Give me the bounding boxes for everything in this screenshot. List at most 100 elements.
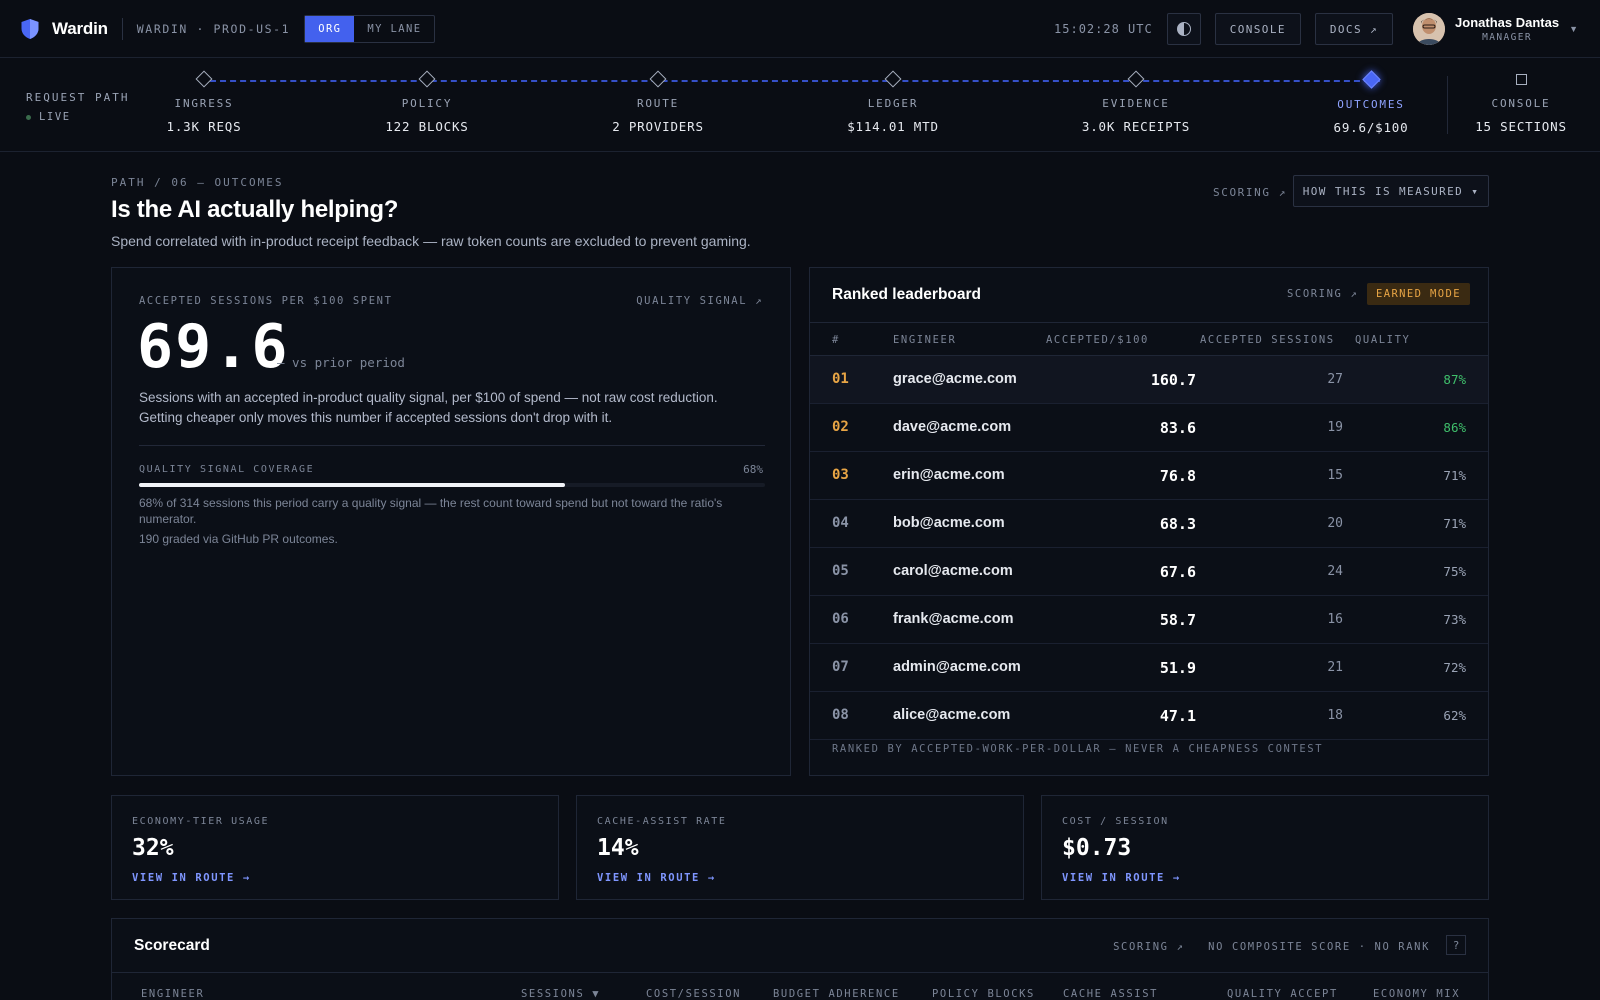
chevron-down-icon[interactable]: ▼ xyxy=(1569,24,1578,34)
card-label: COST / SESSION xyxy=(1062,816,1169,827)
scorecard-header: ENGINEER SESSIONS ▼ COST/SESSION BUDGET … xyxy=(112,972,1488,1000)
step-value: 2 PROVIDERS xyxy=(612,119,704,134)
user-info[interactable]: Jonathas Dantas MANAGER xyxy=(1455,15,1559,43)
quality-cell: 72% xyxy=(1443,660,1466,675)
path-step-evidence[interactable]: EVIDENCE 3.0K RECEIPTS xyxy=(1056,70,1216,134)
step-value: 1.3K REQS xyxy=(166,119,242,134)
kpi-label: ACCEPTED SESSIONS PER $100 SPENT xyxy=(139,295,393,307)
leaderboard-footer: RANKED BY ACCEPTED-WORK-PER-DOLLAR — NEV… xyxy=(832,743,1324,755)
column-header-accepted-per-100[interactable]: ACCEPTED/$100 xyxy=(1046,334,1149,346)
path-step-policy[interactable]: POLICY 122 BLOCKS xyxy=(347,70,507,134)
brand[interactable]: Wardin xyxy=(20,18,108,40)
path-step-outcomes[interactable]: OUTCOMES 69.6/$100 xyxy=(1291,70,1451,135)
column-header-accepted-sessions[interactable]: ACCEPTED SESSIONS xyxy=(1200,334,1335,346)
step-active-diamond-icon xyxy=(1361,70,1381,89)
request-path-bar: REQUEST PATH LIVE INGRESS 1.3K REQS POLI… xyxy=(0,58,1600,152)
cache-assist-card: CACHE-ASSIST RATE 14% VIEW IN ROUTE → xyxy=(576,795,1024,900)
docs-button[interactable]: DOCS ↗ xyxy=(1314,13,1394,45)
coverage-progress-fill xyxy=(139,483,565,487)
column-header-cache-assist[interactable]: CACHE ASSIST xyxy=(1063,988,1158,1000)
path-step-ledger[interactable]: LEDGER $114.01 MTD xyxy=(813,70,973,134)
table-row[interactable]: 07 admin@acme.com 51.9 21 72% xyxy=(810,644,1488,692)
accepted-sessions-cell: 19 xyxy=(1327,420,1343,435)
request-path-label: REQUEST PATH xyxy=(26,91,130,104)
user-name: Jonathas Dantas xyxy=(1455,15,1560,30)
table-row[interactable]: 04 bob@acme.com 68.3 20 71% xyxy=(810,500,1488,548)
column-header-budget-adherence[interactable]: BUDGET ADHERENCE xyxy=(773,988,900,1000)
column-header-quality-accept[interactable]: QUALITY ACCEPT xyxy=(1227,988,1338,1000)
card-label: ECONOMY-TIER USAGE xyxy=(132,816,270,827)
step-name: POLICY xyxy=(401,97,453,110)
path-step-ingress[interactable]: INGRESS 1.3K REQS xyxy=(124,70,284,134)
scope-tab-my-lane[interactable]: MY LANE xyxy=(354,16,434,42)
scope-tab-org[interactable]: ORG xyxy=(305,15,355,42)
user-photo-icon xyxy=(1413,13,1446,45)
shield-logo-icon xyxy=(21,18,39,39)
scorecard-title: Scorecard xyxy=(134,937,210,954)
rank-cell: 02 xyxy=(832,419,849,435)
table-row[interactable]: 06 frank@acme.com 58.7 16 73% xyxy=(810,596,1488,644)
kpi-value: 69.6 xyxy=(137,312,290,382)
step-diamond-icon xyxy=(649,70,667,88)
avatar[interactable] xyxy=(1413,13,1446,45)
step-value: 15 SECTIONS xyxy=(1475,119,1567,134)
leaderboard-title: Ranked leaderboard xyxy=(832,286,982,303)
accepted-per-100-cell: 58.7 xyxy=(1159,611,1196,629)
engineer-cell: dave@acme.com xyxy=(893,419,1012,435)
column-header-policy-blocks[interactable]: POLICY BLOCKS xyxy=(932,988,1035,1000)
card-value: 14% xyxy=(597,835,639,861)
accepted-per-100-cell: 68.3 xyxy=(1159,515,1196,533)
column-header-cost-session[interactable]: COST/SESSION xyxy=(646,988,741,1000)
console-button[interactable]: CONSOLE xyxy=(1214,13,1301,45)
step-diamond-icon xyxy=(884,70,902,88)
scoring-link[interactable]: SCORING ↗ xyxy=(1213,186,1287,199)
view-in-route-link[interactable]: VIEW IN ROUTE → xyxy=(132,872,251,884)
leaderboard-rows: 01 grace@acme.com 160.7 27 87% 02 dave@acme.co… xyxy=(810,356,1488,740)
card-value: $0.73 xyxy=(1062,835,1132,861)
table-row[interactable]: 05 carol@acme.com 67.6 24 75% xyxy=(810,548,1488,596)
accepted-sessions-cell: 27 xyxy=(1327,372,1343,387)
table-row[interactable]: 02 dave@acme.com 83.6 19 86% xyxy=(810,404,1488,452)
mode-badge: EARNED MODE xyxy=(1367,283,1470,305)
table-row[interactable]: 01 grace@acme.com 160.7 27 87% xyxy=(810,356,1488,404)
economy-tier-card: ECONOMY-TIER USAGE 32% VIEW IN ROUTE → xyxy=(111,795,559,900)
step-diamond-icon xyxy=(1127,70,1145,88)
table-row[interactable]: 03 erin@acme.com 76.8 15 71% xyxy=(810,452,1488,500)
column-header-engineer[interactable]: ENGINEER xyxy=(141,988,204,1000)
rank-cell: 01 xyxy=(832,371,849,387)
column-header-engineer[interactable]: ENGINEER xyxy=(893,334,956,346)
column-header-rank[interactable]: # xyxy=(832,334,840,346)
kpi-comparison: — vs prior period xyxy=(277,355,405,370)
view-in-route-link[interactable]: VIEW IN ROUTE → xyxy=(597,872,716,884)
path-step-console[interactable]: CONSOLE 15 SECTIONS xyxy=(1441,70,1600,134)
coverage-label: QUALITY SIGNAL COVERAGE xyxy=(139,464,315,475)
engineer-cell: grace@acme.com xyxy=(893,371,1017,387)
step-value: $114.01 MTD xyxy=(847,119,939,134)
leaderboard-scoring-link[interactable]: SCORING ↗ xyxy=(1287,288,1358,300)
rank-cell: 06 xyxy=(832,611,849,627)
column-header-quality[interactable]: QUALITY xyxy=(1355,334,1410,346)
engineer-cell: alice@acme.com xyxy=(893,707,1011,723)
rank-cell: 08 xyxy=(832,707,849,723)
column-header-economy-mix[interactable]: ECONOMY MIX xyxy=(1373,988,1460,1000)
quality-cell: 71% xyxy=(1443,516,1466,531)
table-row[interactable]: 08 alice@acme.com 47.1 18 62% xyxy=(810,692,1488,740)
step-diamond-icon xyxy=(195,70,213,88)
column-header-sessions[interactable]: SESSIONS ▼ xyxy=(521,988,600,1000)
theme-toggle-button[interactable] xyxy=(1166,13,1201,45)
scorecard-panel: Scorecard SCORING ↗ NO COMPOSITE SCORE ·… xyxy=(111,918,1489,1000)
cost-per-session-card: COST / SESSION $0.73 VIEW IN ROUTE → xyxy=(1041,795,1489,900)
accepted-per-100-cell: 76.8 xyxy=(1159,467,1196,485)
engineer-cell: erin@acme.com xyxy=(893,467,1005,483)
scorecard-meta: SCORING ↗ NO COMPOSITE SCORE · NO RANK xyxy=(1113,941,1430,953)
path-step-route[interactable]: ROUTE 2 PROVIDERS xyxy=(578,70,738,134)
quality-signal-link[interactable]: QUALITY SIGNAL ↗ xyxy=(636,295,763,307)
divider xyxy=(121,17,123,40)
app-name: Wardin xyxy=(52,18,108,38)
step-name: EVIDENCE xyxy=(1102,97,1170,110)
engineer-cell: bob@acme.com xyxy=(893,515,1005,531)
view-in-route-link[interactable]: VIEW IN ROUTE → xyxy=(1062,872,1181,884)
help-icon[interactable]: ? xyxy=(1446,935,1466,955)
how-measured-dropdown[interactable]: HOW THIS IS MEASURED ▾ xyxy=(1293,175,1489,207)
divider xyxy=(139,445,765,446)
